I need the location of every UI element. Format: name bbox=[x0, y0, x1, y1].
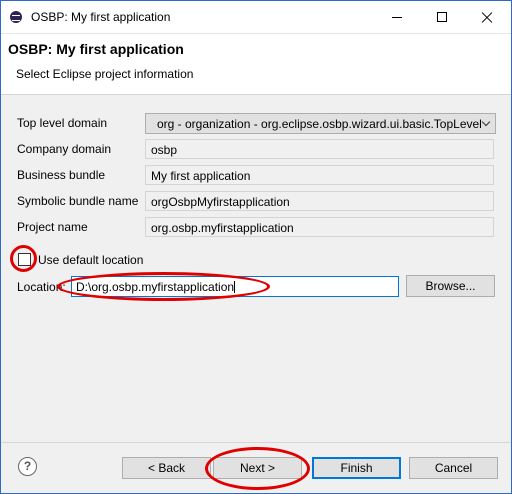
top-level-domain-select[interactable]: org - organization - org.eclipse.osbp.wi… bbox=[145, 113, 496, 134]
use-default-location-label[interactable]: Use default location bbox=[38, 253, 143, 267]
footer-divider bbox=[1, 442, 511, 443]
back-button[interactable]: < Back bbox=[122, 457, 211, 479]
top-level-domain-label: Top level domain bbox=[17, 116, 108, 130]
location-value: D:\org.osbp.myfirstapplication bbox=[76, 280, 235, 294]
minimize-button[interactable] bbox=[374, 1, 419, 33]
next-button[interactable]: Next > bbox=[213, 457, 302, 479]
top-level-domain-value: org - organization - org.eclipse.osbp.wi… bbox=[157, 117, 481, 131]
wizard-header: OSBP: My first application Select Eclips… bbox=[1, 34, 511, 95]
close-button[interactable] bbox=[464, 1, 509, 33]
business-bundle-field: My first application bbox=[145, 165, 494, 185]
symbolic-bundle-name-label: Symbolic bundle name bbox=[17, 194, 139, 208]
eclipse-icon bbox=[10, 11, 22, 23]
finish-button[interactable]: Finish bbox=[312, 457, 401, 479]
page-subtitle: Select Eclipse project information bbox=[16, 67, 194, 81]
use-default-location-checkbox[interactable] bbox=[18, 253, 31, 266]
business-bundle-label: Business bundle bbox=[17, 168, 106, 182]
symbolic-bundle-name-field: orgOsbpMyfirstapplication bbox=[145, 191, 494, 211]
company-domain-field: osbp bbox=[145, 139, 494, 159]
location-label: Location: bbox=[17, 280, 66, 294]
help-icon[interactable]: ? bbox=[18, 457, 37, 476]
company-domain-label: Company domain bbox=[17, 142, 112, 156]
browse-button[interactable]: Browse... bbox=[406, 275, 495, 297]
project-name-field: org.osbp.myfirstapplication bbox=[145, 217, 494, 237]
cancel-button[interactable]: Cancel bbox=[409, 457, 498, 479]
title-bar: OSBP: My first application bbox=[1, 1, 511, 34]
text-cursor bbox=[234, 281, 236, 293]
wizard-window: OSBP: My first application OSBP: My firs… bbox=[0, 0, 512, 494]
project-name-label: Project name bbox=[17, 220, 88, 234]
chevron-down-icon[interactable] bbox=[481, 117, 491, 127]
page-title: OSBP: My first application bbox=[8, 41, 184, 57]
location-input[interactable]: D:\org.osbp.myfirstapplication bbox=[71, 276, 399, 297]
window-title: OSBP: My first application bbox=[31, 10, 171, 24]
maximize-button[interactable] bbox=[419, 1, 464, 33]
